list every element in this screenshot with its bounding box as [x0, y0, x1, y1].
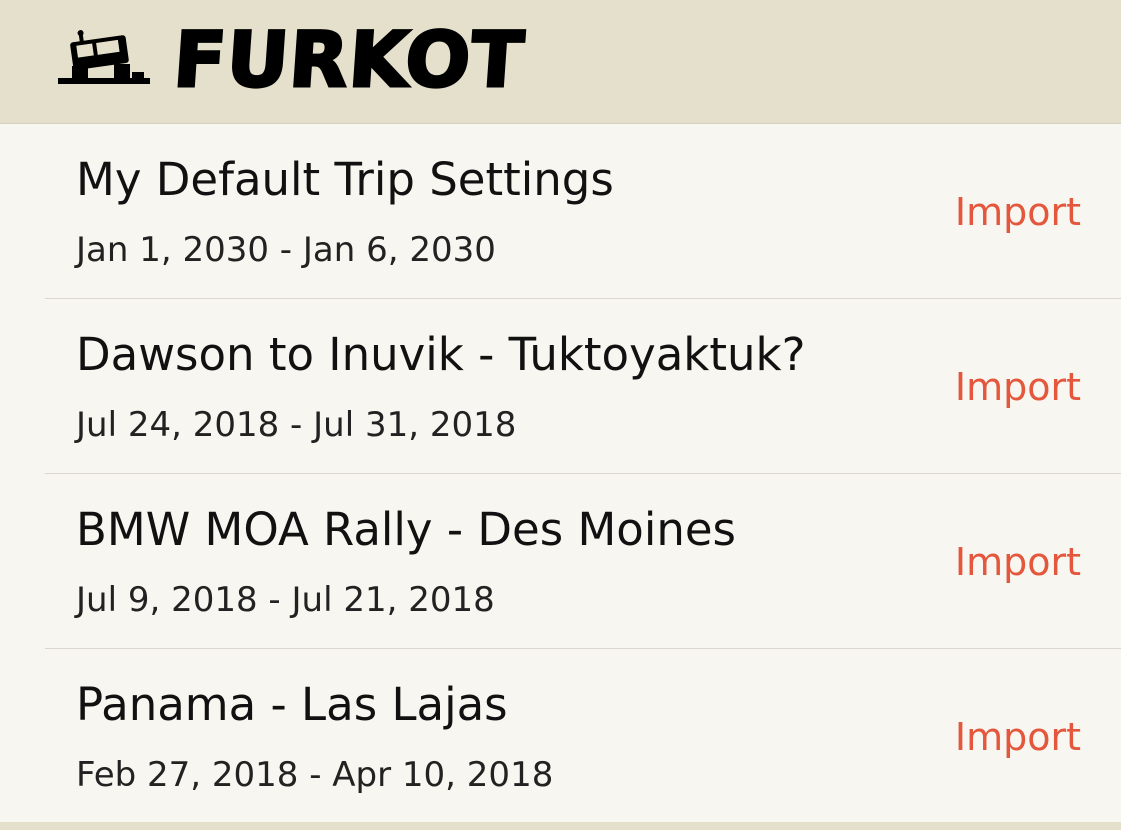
- trip-dates: Jul 9, 2018 - Jul 21, 2018: [76, 580, 495, 620]
- trip-row[interactable]: Panama - Las Lajas Feb 27, 2018 - Apr 10…: [45, 649, 1121, 825]
- import-button[interactable]: Import: [955, 538, 1081, 586]
- trip-title: BMW MOA Rally - Des Moines: [76, 503, 736, 556]
- trip-row[interactable]: My Default Trip Settings Jan 1, 2030 - J…: [45, 124, 1121, 299]
- trip-title: Panama - Las Lajas: [76, 678, 508, 731]
- trip-row[interactable]: BMW MOA Rally - Des Moines Jul 9, 2018 -…: [45, 474, 1121, 649]
- import-button[interactable]: Import: [955, 188, 1081, 236]
- trip-list: My Default Trip Settings Jan 1, 2030 - J…: [0, 124, 1121, 825]
- vehicle-on-ramp-icon: [58, 30, 150, 84]
- trip-title: Dawson to Inuvik - Tuktoyaktuk?: [76, 328, 806, 381]
- trip-title: My Default Trip Settings: [76, 153, 614, 206]
- app-header: FURKOT: [0, 0, 1121, 124]
- trip-dates: Feb 27, 2018 - Apr 10, 2018: [76, 755, 554, 795]
- trip-dates: Jul 24, 2018 - Jul 31, 2018: [76, 405, 517, 445]
- import-button[interactable]: Import: [955, 363, 1081, 411]
- app-logo-text: FURKOT: [169, 14, 528, 106]
- trip-row[interactable]: Dawson to Inuvik - Tuktoyaktuk? Jul 24, …: [45, 299, 1121, 474]
- import-button[interactable]: Import: [955, 713, 1081, 761]
- bottom-divider: [0, 822, 1121, 830]
- trip-dates: Jan 1, 2030 - Jan 6, 2030: [76, 230, 496, 270]
